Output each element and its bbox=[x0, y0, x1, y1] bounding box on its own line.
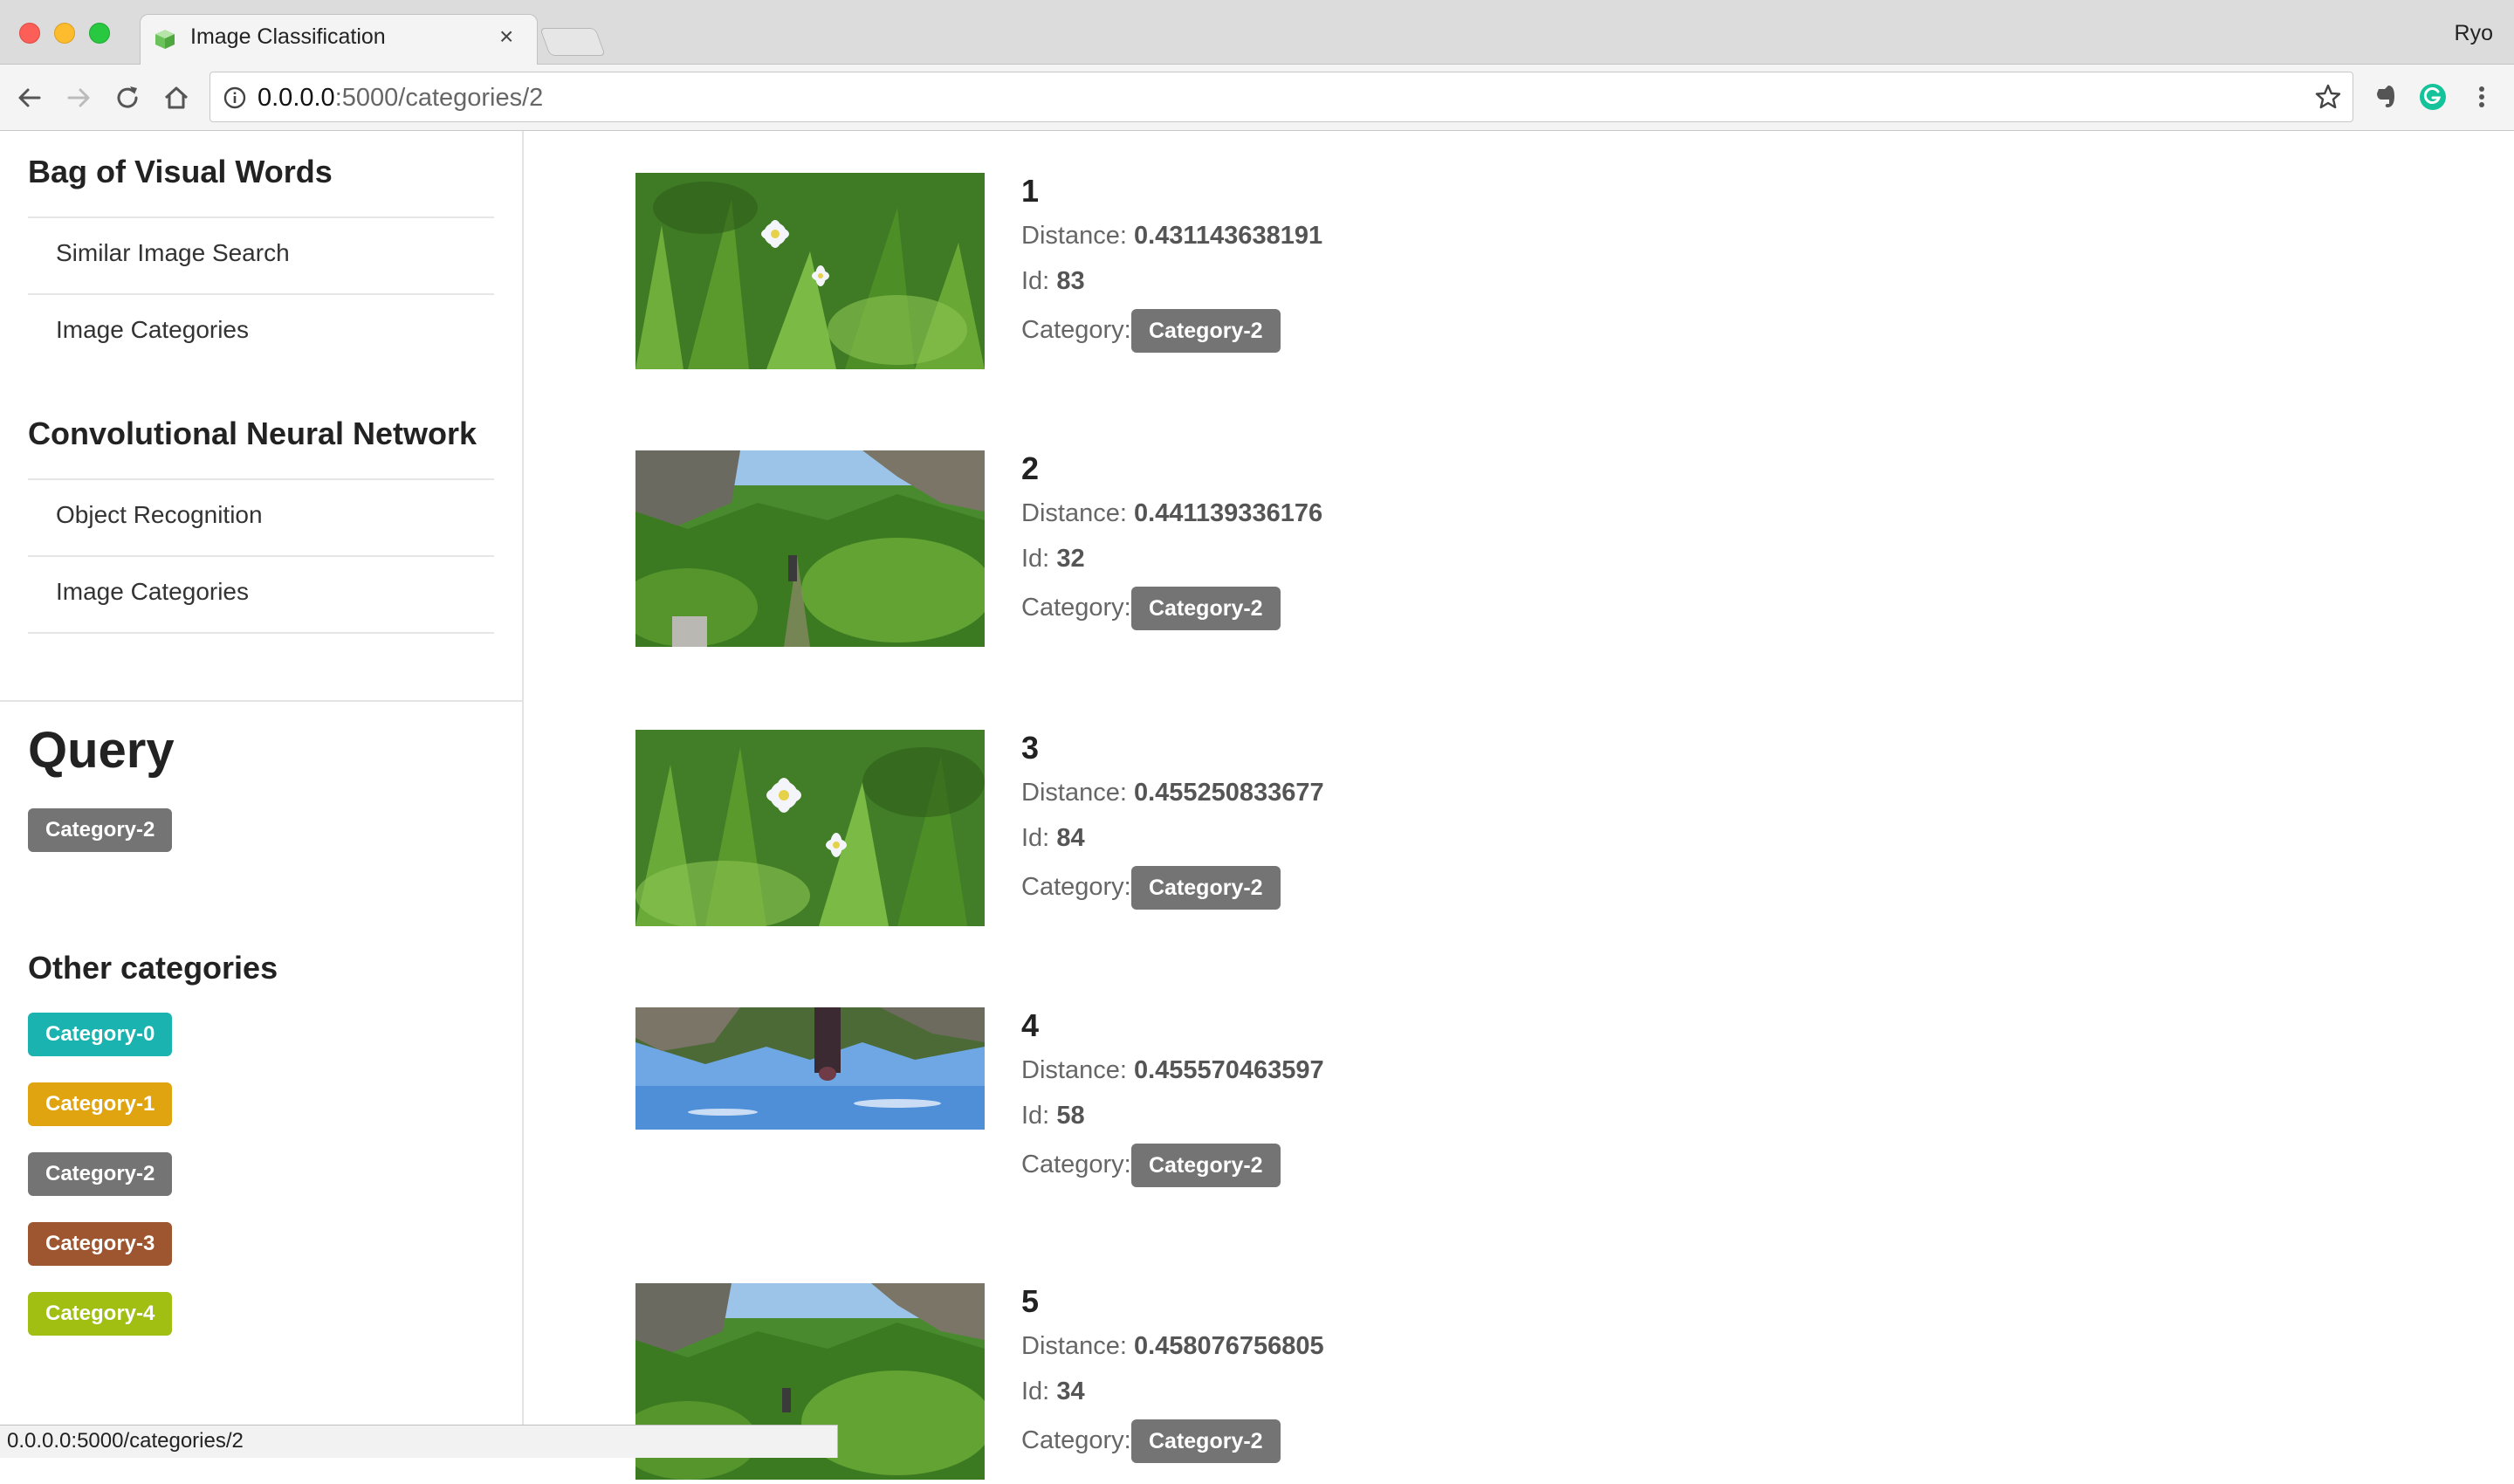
nav-cnn-object-recognition[interactable]: Object Recognition bbox=[28, 478, 494, 555]
distance-value: 0.455250833677 bbox=[1133, 779, 1324, 807]
profile-name[interactable]: Ryo bbox=[2455, 21, 2493, 46]
query-title: Query bbox=[28, 722, 175, 779]
url-text[interactable]: 0.0.0.0:5000/categories/2 bbox=[258, 84, 543, 113]
result-id: Id: 32 bbox=[1021, 545, 1085, 574]
category-2-badge[interactable]: Category-2 bbox=[28, 1152, 173, 1196]
reload-icon[interactable] bbox=[113, 84, 141, 112]
nav-item-label: Image Categories bbox=[56, 578, 250, 605]
id-value: 84 bbox=[1056, 824, 1085, 852]
result-distance: Distance: 0.431143638191 bbox=[1021, 222, 1322, 251]
minimize-window-button[interactable] bbox=[54, 23, 75, 44]
result-category-badge[interactable]: Category-2 bbox=[1131, 309, 1281, 353]
result-category-badge[interactable]: Category-2 bbox=[1131, 1144, 1281, 1187]
browser-toolbar: 0.0.0.0:5000/categories/2 bbox=[0, 65, 2514, 131]
id-value: 34 bbox=[1056, 1378, 1085, 1405]
result-id: Id: 84 bbox=[1021, 824, 1085, 853]
result-item: 4 Distance: 0.455570463597 Id: 58 Catego… bbox=[635, 1007, 1945, 1208]
status-bar-url: 0.0.0.0:5000/categories/2 bbox=[0, 1425, 838, 1458]
distance-value: 0.455570463597 bbox=[1133, 1056, 1324, 1084]
category-1-badge[interactable]: Category-1 bbox=[28, 1082, 173, 1126]
tab-title: Image Classification bbox=[190, 24, 386, 49]
bovw-section-title: Bag of Visual Words bbox=[28, 154, 333, 189]
result-item: 1 Distance: 0.431143638191 Id: 83 Catego… bbox=[635, 173, 1945, 374]
forward-arrow-icon[interactable] bbox=[65, 84, 93, 112]
category-label: Category: bbox=[1021, 1426, 1131, 1454]
query-category-badge[interactable]: Category-2 bbox=[28, 808, 173, 852]
nav-bovw-similar-image-search[interactable]: Similar Image Search bbox=[28, 216, 494, 293]
category-label: Category: bbox=[1021, 873, 1131, 901]
id-value: 83 bbox=[1056, 267, 1085, 295]
address-bar[interactable]: 0.0.0.0:5000/categories/2 bbox=[210, 72, 2353, 122]
grammarly-extension-icon[interactable] bbox=[2418, 82, 2448, 112]
menu-dots-icon[interactable] bbox=[2467, 82, 2497, 112]
result-rank: 2 bbox=[1021, 450, 1040, 486]
distance-value: 0.458076756805 bbox=[1133, 1332, 1324, 1360]
id-label: Id: bbox=[1021, 267, 1050, 295]
maximize-window-button[interactable] bbox=[89, 23, 110, 44]
result-rank: 1 bbox=[1021, 173, 1040, 209]
nav-item-label: Object Recognition bbox=[56, 501, 263, 528]
result-item: 3 Distance: 0.455250833677 Id: 84 Catego… bbox=[635, 730, 1945, 931]
result-id: Id: 83 bbox=[1021, 267, 1085, 296]
category-3-badge[interactable]: Category-3 bbox=[28, 1222, 173, 1266]
result-rank: 5 bbox=[1021, 1283, 1040, 1319]
result-thumbnail[interactable] bbox=[635, 173, 985, 369]
result-category-badge[interactable]: Category-2 bbox=[1131, 1419, 1281, 1463]
id-label: Id: bbox=[1021, 824, 1050, 852]
nav-bovw-image-categories[interactable]: Image Categories bbox=[28, 293, 494, 370]
sidebar-divider bbox=[0, 700, 524, 702]
home-icon[interactable] bbox=[162, 84, 190, 112]
category-label: Category: bbox=[1021, 594, 1131, 622]
url-path: :5000/categories/2 bbox=[334, 84, 544, 112]
result-thumbnail[interactable] bbox=[635, 450, 985, 647]
result-thumbnail[interactable] bbox=[635, 1007, 985, 1130]
browser-tab-bar: Image Classification × Ryo bbox=[0, 0, 2514, 66]
cube-favicon-icon bbox=[155, 30, 175, 49]
result-category-badge[interactable]: Category-2 bbox=[1131, 866, 1281, 910]
evernote-extension-icon[interactable] bbox=[2371, 82, 2401, 112]
nav-divider bbox=[28, 632, 494, 634]
back-arrow-icon[interactable] bbox=[16, 84, 44, 112]
nav-cnn-image-categories[interactable]: Image Categories bbox=[28, 555, 494, 632]
distance-label: Distance: bbox=[1021, 222, 1127, 250]
sidebar: Bag of Visual Words Similar Image Search… bbox=[0, 131, 524, 1458]
result-rank: 4 bbox=[1021, 1007, 1040, 1043]
result-item: 2 Distance: 0.441139336176 Id: 32 Catego… bbox=[635, 450, 1945, 651]
other-categories-title: Other categories bbox=[28, 950, 278, 986]
id-value: 58 bbox=[1056, 1102, 1085, 1130]
distance-label: Distance: bbox=[1021, 1056, 1127, 1084]
nav-item-label: Image Categories bbox=[56, 316, 250, 343]
result-distance: Distance: 0.441139336176 bbox=[1021, 499, 1322, 528]
nav-item-label: Similar Image Search bbox=[56, 239, 290, 266]
id-label: Id: bbox=[1021, 545, 1050, 573]
result-distance: Distance: 0.455250833677 bbox=[1021, 779, 1324, 807]
distance-label: Distance: bbox=[1021, 1332, 1127, 1360]
distance-value: 0.431143638191 bbox=[1133, 222, 1323, 250]
result-id: Id: 58 bbox=[1021, 1102, 1085, 1130]
distance-value: 0.441139336176 bbox=[1133, 499, 1323, 527]
category-label: Category: bbox=[1021, 316, 1131, 344]
result-thumbnail[interactable] bbox=[635, 730, 985, 926]
new-tab-button[interactable] bbox=[539, 28, 606, 56]
tab-close-icon[interactable]: × bbox=[499, 23, 513, 51]
cnn-section-title: Convolutional Neural Network bbox=[28, 416, 477, 451]
category-0-badge[interactable]: Category-0 bbox=[28, 1013, 173, 1056]
result-distance: Distance: 0.455570463597 bbox=[1021, 1056, 1324, 1085]
distance-label: Distance: bbox=[1021, 779, 1127, 807]
distance-label: Distance: bbox=[1021, 499, 1127, 527]
id-label: Id: bbox=[1021, 1378, 1050, 1405]
result-rank: 3 bbox=[1021, 730, 1040, 766]
info-icon[interactable] bbox=[223, 86, 247, 110]
id-value: 32 bbox=[1056, 545, 1085, 573]
result-id: Id: 34 bbox=[1021, 1378, 1085, 1406]
bookmark-star-icon[interactable] bbox=[2314, 83, 2342, 111]
category-4-badge[interactable]: Category-4 bbox=[28, 1292, 173, 1336]
url-host: 0.0.0.0 bbox=[258, 84, 335, 112]
category-label: Category: bbox=[1021, 1151, 1131, 1178]
result-distance: Distance: 0.458076756805 bbox=[1021, 1332, 1324, 1361]
id-label: Id: bbox=[1021, 1102, 1050, 1130]
result-category-badge[interactable]: Category-2 bbox=[1131, 587, 1281, 630]
close-window-button[interactable] bbox=[19, 23, 40, 44]
